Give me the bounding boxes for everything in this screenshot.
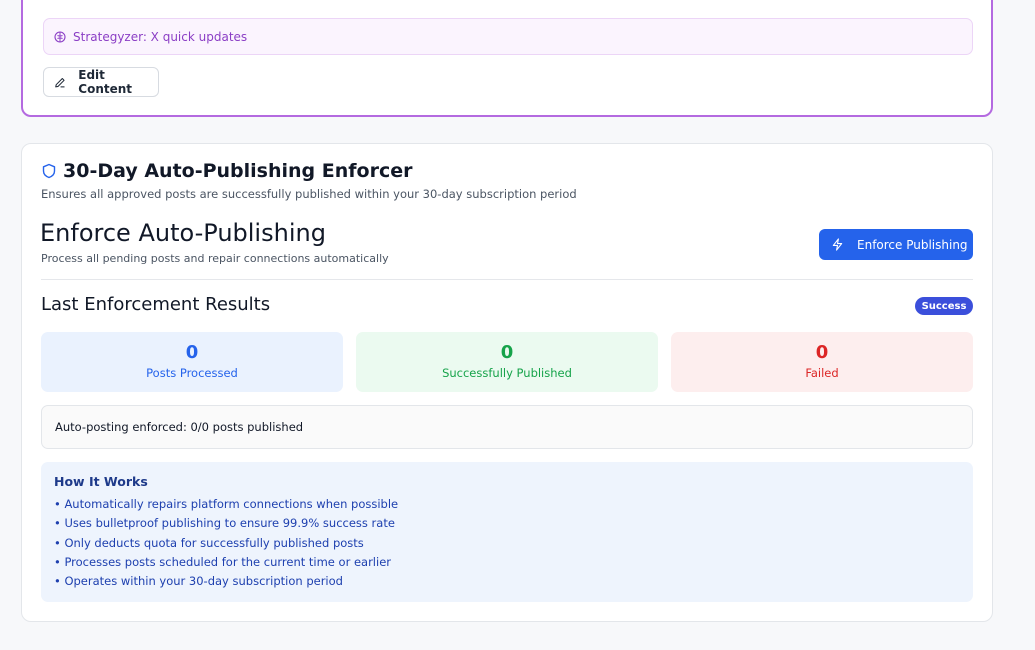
card-description: Ensures all approved posts are successfu… [41, 187, 577, 201]
card-title-text: 30-Day Auto-Publishing Enforcer [63, 160, 413, 182]
stat-label: Posts Processed [146, 366, 238, 380]
list-item: • Operates within your 30-day subscripti… [54, 574, 343, 589]
stat-posts-processed: 0 Posts Processed [41, 332, 343, 392]
status-badge: Success [915, 297, 973, 315]
how-it-works-list: • Automatically repairs platform connect… [54, 495, 973, 591]
how-it-works-panel: How It Works • Automatically repairs pla… [41, 462, 973, 602]
stat-label: Successfully Published [442, 366, 572, 380]
how-it-works-heading: How It Works [54, 474, 148, 489]
lightning-icon [832, 238, 843, 251]
enforce-publishing-label: Enforce Publishing [857, 237, 968, 252]
stat-value: 0 [815, 342, 829, 363]
stat-label: Failed [805, 366, 839, 380]
result-message: Auto-posting enforced: 0/0 posts publish… [41, 405, 973, 449]
section-title: Enforce Auto-Publishing [40, 219, 326, 247]
list-item: • Automatically repairs platform connect… [54, 497, 399, 511]
results-title: Last Enforcement Results [41, 294, 271, 315]
stat-failed: 0 Failed [671, 332, 973, 392]
stat-value: 0 [185, 342, 199, 363]
shield-icon [42, 163, 56, 179]
section-subtitle: Process all pending posts and repair con… [41, 252, 389, 265]
topic-chip-label: Strategyzer: X quick updates [73, 29, 248, 44]
divider [41, 279, 973, 280]
stat-successfully-published: 0 Successfully Published [356, 332, 658, 392]
edit-content-button[interactable]: Edit Content [43, 67, 159, 97]
edit-content-label: Edit Content [78, 68, 133, 96]
pencil-icon [55, 77, 65, 87]
topic-chip: Strategyzer: X quick updates [43, 18, 973, 55]
stat-value: 0 [500, 342, 514, 363]
list-item: • Processes posts scheduled for the curr… [54, 554, 391, 569]
list-item: • Only deducts quota for successfully pu… [54, 535, 364, 550]
enforce-publishing-button[interactable]: Enforce Publishing [819, 229, 973, 260]
list-item: • Uses bulletproof publishing to ensure … [54, 516, 395, 531]
brain-icon [54, 30, 66, 43]
card-title: 30-Day Auto-Publishing Enforcer [41, 160, 412, 182]
